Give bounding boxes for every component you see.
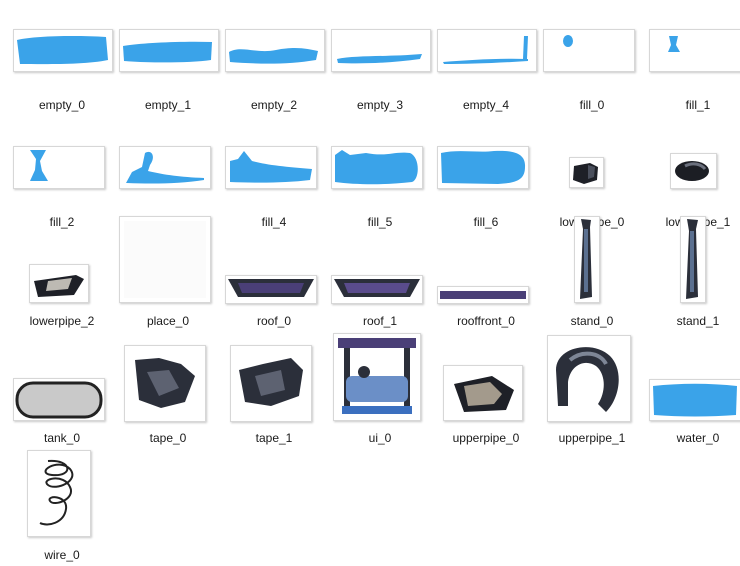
file-label: ui_0 — [368, 431, 392, 445]
thumbnail — [547, 335, 631, 422]
file-empty-0[interactable]: empty_0 — [9, 0, 115, 116]
file-label: fill_1 — [685, 98, 711, 112]
thumbnail — [649, 29, 740, 72]
file-label: rooffront_0 — [457, 314, 515, 328]
file-label: roof_1 — [362, 314, 398, 328]
thumbnail — [649, 379, 740, 421]
file-empty-4[interactable]: empty_4 — [433, 0, 539, 116]
thumbnail — [29, 264, 89, 303]
file-label: empty_3 — [356, 98, 404, 112]
file-place-0[interactable]: place_0 — [115, 216, 221, 332]
file-ui-0[interactable]: ui_0 — [327, 333, 433, 449]
thumbnail — [119, 29, 219, 72]
file-label: upperpipe_1 — [558, 431, 626, 445]
thumbnail — [27, 450, 91, 537]
file-empty-2[interactable]: empty_2 — [221, 0, 327, 116]
file-tape-0[interactable]: tape_0 — [115, 333, 221, 449]
file-water-0[interactable]: water_0 — [645, 333, 740, 449]
file-label: empty_1 — [144, 98, 192, 112]
thumbnail — [437, 286, 529, 304]
file-fill-1[interactable]: fill_1 — [645, 0, 740, 116]
file-label: water_0 — [676, 431, 720, 445]
file-label: empty_0 — [38, 98, 86, 112]
thumbnail — [124, 345, 206, 422]
thumbnail — [331, 275, 423, 304]
thumbnail — [13, 378, 105, 421]
thumbnail — [331, 29, 431, 72]
thumbnail — [13, 29, 113, 72]
thumbnail — [574, 216, 600, 303]
file-label: stand_1 — [676, 314, 720, 328]
thumbnail — [13, 146, 105, 189]
file-label: fill_0 — [579, 98, 605, 112]
file-roof-1[interactable]: roof_1 — [327, 216, 433, 332]
thumbnail — [333, 333, 421, 421]
thumbnail — [437, 146, 529, 189]
thumbnail — [119, 146, 211, 189]
thumbnail — [119, 216, 211, 303]
file-stand-0[interactable]: stand_0 — [539, 216, 645, 332]
file-label: tape_0 — [149, 431, 187, 445]
thumbnail — [569, 157, 604, 188]
thumbnail — [225, 29, 325, 72]
file-label: tape_1 — [255, 431, 293, 445]
file-empty-1[interactable]: empty_1 — [115, 0, 221, 116]
file-upperpipe-0[interactable]: upperpipe_0 — [433, 333, 539, 449]
file-tape-1[interactable]: tape_1 — [221, 333, 327, 449]
file-fill-0[interactable]: fill_0 — [539, 0, 645, 116]
thumbnail — [437, 29, 537, 72]
file-label: lowerpipe_2 — [29, 314, 95, 328]
file-lowerpipe-2[interactable]: lowerpipe_2 — [9, 216, 115, 332]
thumbnail — [670, 153, 717, 189]
file-label: empty_4 — [462, 98, 510, 112]
thumbnail — [543, 29, 635, 72]
file-empty-3[interactable]: empty_3 — [327, 0, 433, 116]
file-rooffront-0[interactable]: rooffront_0 — [433, 216, 539, 332]
thumbnail — [225, 275, 317, 304]
file-label: wire_0 — [44, 548, 80, 562]
file-label: place_0 — [146, 314, 190, 328]
thumbnail — [225, 146, 317, 189]
file-stand-1[interactable]: stand_1 — [645, 216, 740, 332]
file-wire-0[interactable]: wire_0 — [9, 450, 115, 566]
file-label: upperpipe_0 — [452, 431, 520, 445]
file-label: stand_0 — [570, 314, 614, 328]
file-label: roof_0 — [256, 314, 292, 328]
file-label: empty_2 — [250, 98, 298, 112]
thumbnail — [331, 146, 423, 189]
file-roof-0[interactable]: roof_0 — [221, 216, 327, 332]
thumbnail — [230, 345, 312, 422]
file-label: tank_0 — [43, 431, 81, 445]
file-tank-0[interactable]: tank_0 — [9, 333, 115, 449]
thumbnail — [443, 365, 523, 421]
thumbnail — [680, 216, 706, 303]
file-upperpipe-1[interactable]: upperpipe_1 — [539, 333, 645, 449]
